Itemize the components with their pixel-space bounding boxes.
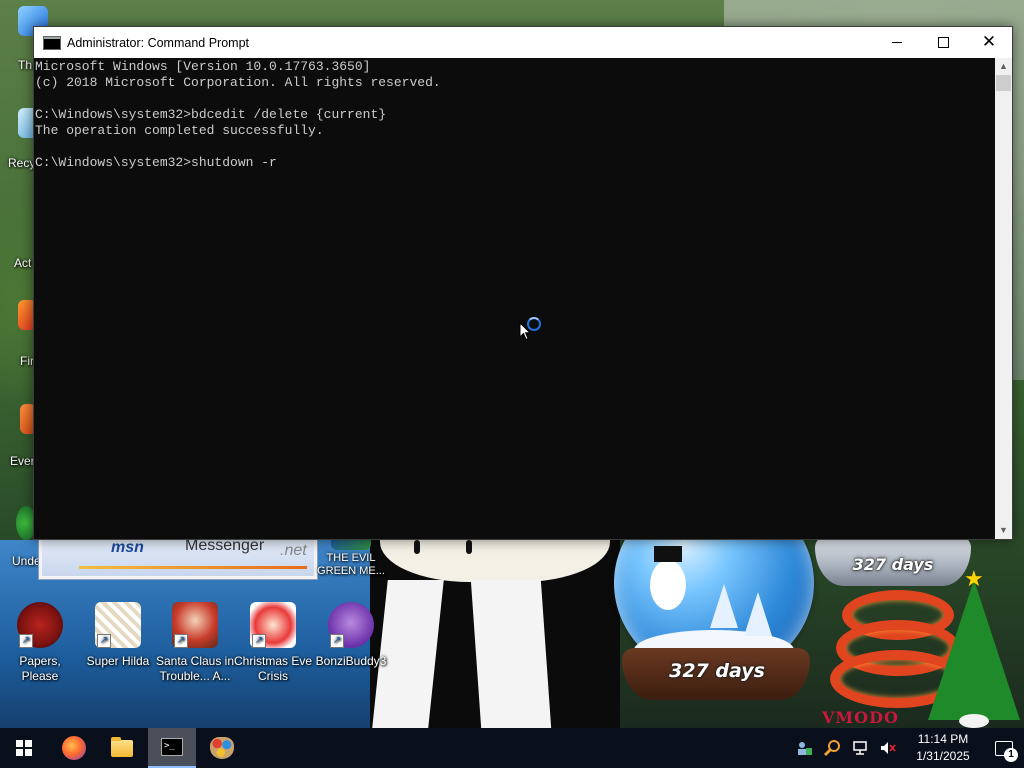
tree-icon — [744, 592, 772, 636]
notification-count-badge: 1 — [1004, 748, 1018, 762]
shortcut-arrow-icon: ↗ — [252, 634, 266, 648]
console-line: C:\Windows\system32>shutdown -r — [35, 155, 277, 170]
scroll-up-arrow-icon[interactable]: ▲ — [995, 58, 1012, 75]
desktop-icon-partial[interactable]: Fir — [0, 300, 36, 368]
desktop-icon-papers-please[interactable]: ↗ Papers, Please — [0, 602, 80, 684]
super-hilda-icon: ↗ — [95, 602, 141, 648]
papers-please-icon: ↗ — [17, 602, 63, 648]
desktop-icon-label: Christmas Eve Crisis — [233, 654, 313, 683]
desktop-icon-partial[interactable]: Recy — [0, 108, 44, 170]
desktop-icon-christmas-eve[interactable]: ↗ Christmas Eve Crisis — [233, 602, 313, 684]
tree-icon — [710, 584, 738, 628]
close-icon: ✕ — [981, 32, 997, 52]
desktop-icon-label: Th — [18, 58, 33, 72]
console-line: C:\Windows\system32>bdcedit /delete {cur… — [35, 107, 387, 122]
command-prompt-window[interactable]: Administrator: Command Prompt ✕ Microsof… — [33, 26, 1013, 540]
desktop-icon-santa-claus[interactable]: ↗ Santa Claus in Trouble... A... — [155, 602, 235, 684]
maximize-icon — [937, 37, 949, 48]
wallpaper-character-eye — [414, 540, 420, 554]
desktop-icon-label: THE EVIL GREEN ME... — [317, 552, 385, 577]
decoration-text: VMODO — [822, 708, 899, 727]
taskbar-clock[interactable]: 11:14 PM 1/31/2025 — [908, 731, 978, 765]
busy-spinner-icon — [527, 317, 541, 331]
desktop-icon-label: BonziBuddy3 — [315, 654, 387, 668]
desktop-icon-label: Santa Claus in Trouble... A... — [155, 654, 235, 683]
firefox-button[interactable] — [50, 728, 98, 768]
close-button[interactable]: ✕ — [966, 27, 1012, 58]
bonzibuddy-icon: ↗ — [328, 602, 374, 648]
days-countdown-label: 327 days — [669, 660, 765, 682]
window-title: Administrator: Command Prompt — [67, 35, 250, 50]
desktop-icon-label: Papers, Please — [19, 654, 61, 683]
file-explorer-button[interactable] — [98, 728, 146, 768]
search-magnifier-icon[interactable] — [822, 738, 842, 758]
desktop-icon-label: Ever — [10, 454, 35, 468]
shortcut-arrow-icon: ↗ — [97, 634, 111, 648]
desktop-icon-bonzibuddy[interactable]: ↗ BonziBuddy3 — [311, 602, 391, 669]
desktop-icon-label: Fir — [20, 354, 34, 368]
wallpaper-character-eye — [466, 540, 472, 554]
system-tray: 11:14 PM 1/31/2025 1 — [790, 728, 1024, 768]
desktop-icon-label: Act — [14, 256, 32, 270]
user-network-icon[interactable] — [794, 738, 814, 758]
tree-base — [959, 714, 989, 728]
start-button[interactable] — [0, 728, 48, 768]
desktop-icon-super-hilda[interactable]: ↗ Super Hilda — [78, 602, 158, 669]
christmas-eve-icon: ↗ — [250, 602, 296, 648]
snowman-hat — [654, 546, 682, 562]
console-line: The operation completed successfully. — [35, 123, 324, 138]
shortcut-arrow-icon: ↗ — [330, 634, 344, 648]
messenger-window-fragment[interactable]: msn Messenger — [38, 536, 318, 580]
desktop-icon-partial[interactable]: Ever — [0, 404, 36, 468]
taskbar: >_ 11:14 PM 1/31/2025 1 — [0, 728, 1024, 768]
messenger-net-suffix: .net — [280, 542, 307, 559]
desktop-icon-label: Recy — [8, 156, 36, 170]
christmas-tree-icon — [928, 580, 1020, 720]
console-line: Microsoft Windows [Version 10.0.17763.36… — [35, 59, 371, 74]
wallpaper-character-shirt — [470, 580, 552, 728]
windows-logo-icon — [16, 740, 32, 756]
folder-icon — [111, 736, 133, 757]
minimize-icon — [892, 42, 902, 43]
desktop-icon-partial[interactable]: Th — [0, 6, 48, 72]
messenger-progress-bar — [79, 566, 307, 569]
desktop-icon-partial[interactable]: Unde — [0, 506, 41, 568]
clock-time: 11:14 PM — [917, 732, 969, 746]
cmd-app-icon[interactable] — [43, 35, 61, 50]
console-output[interactable]: Microsoft Windows [Version 10.0.17763.36… — [34, 58, 995, 539]
days-countdown-label: 327 days — [852, 555, 934, 574]
window-titlebar[interactable]: Administrator: Command Prompt ✕ — [34, 27, 1012, 58]
minimize-button[interactable] — [874, 27, 920, 58]
star-icon: ★ — [964, 566, 984, 591]
vertical-scrollbar[interactable]: ▲ ▼ — [995, 58, 1012, 539]
scrollbar-thumb[interactable] — [996, 75, 1011, 91]
volume-muted-icon[interactable] — [878, 738, 898, 758]
santa-claus-icon: ↗ — [172, 602, 218, 648]
command-prompt-button[interactable]: >_ — [148, 728, 196, 768]
maximize-button[interactable] — [920, 27, 966, 58]
console-line: (c) 2018 Microsoft Corporation. All righ… — [35, 75, 441, 90]
msn-logo: msn — [111, 539, 144, 556]
cmd-icon: >_ — [161, 738, 183, 756]
shortcut-arrow-icon: ↗ — [174, 634, 188, 648]
snowman-icon — [650, 560, 686, 610]
action-center-button[interactable]: 1 — [984, 728, 1024, 768]
clock-date: 1/31/2025 — [916, 749, 970, 763]
scroll-down-arrow-icon[interactable]: ▼ — [995, 522, 1012, 539]
network-icon[interactable] — [850, 738, 870, 758]
shortcut-arrow-icon: ↗ — [19, 634, 33, 648]
firefox-icon — [62, 736, 86, 760]
paint-button[interactable] — [198, 728, 246, 768]
desktop-icon-label: Super Hilda — [86, 654, 150, 668]
paint-icon — [210, 737, 234, 759]
desktop-icon-label: Unde — [12, 554, 41, 568]
